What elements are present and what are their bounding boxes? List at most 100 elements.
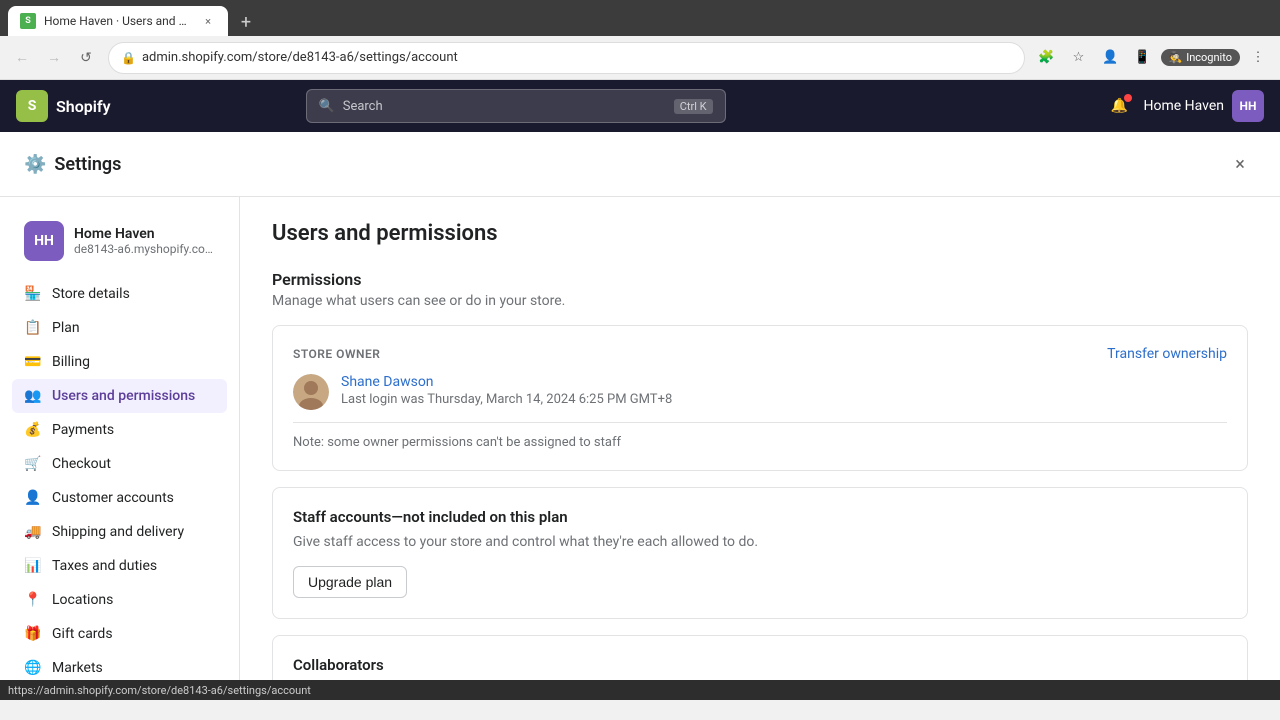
app-window: S Shopify 🔍 Search Ctrl K 🔔 Home Haven H… xyxy=(0,80,1280,680)
settings-overlay: ⚙️ Settings × HH Home H xyxy=(0,132,1280,680)
collaborators-title: Collaborators xyxy=(293,656,1227,674)
permissions-section-subtitle: Manage what users can see or do in your … xyxy=(272,293,1248,309)
lock-icon: 🔒 xyxy=(121,51,136,65)
sidebar-item-billing[interactable]: 💳 Billing xyxy=(12,345,227,379)
store-info: HH Home Haven de8143-a6.myshopify.com xyxy=(12,213,227,269)
sidebar-item-taxes-duties[interactable]: 📊 Taxes and duties xyxy=(12,549,227,583)
permissions-section-title: Permissions xyxy=(272,270,1248,289)
settings-content: Users and permissions Permissions Manage… xyxy=(240,197,1280,680)
owner-name[interactable]: Shane Dawson xyxy=(341,374,672,390)
header-search[interactable]: 🔍 Search Ctrl K xyxy=(306,89,726,123)
tab-favicon: S xyxy=(20,13,36,29)
owner-avatar xyxy=(293,374,329,410)
statusbar: https://admin.shopify.com/store/de8143-a… xyxy=(0,680,1280,700)
permissions-section: Permissions Manage what users can see or… xyxy=(272,270,1248,309)
search-icon: 🔍 xyxy=(319,99,335,114)
sidebar-item-checkout[interactable]: 🛒 Checkout xyxy=(12,447,227,481)
notification-badge xyxy=(1124,94,1132,102)
sidebar-label-store-details: Store details xyxy=(52,286,130,302)
sidebar-item-store-details[interactable]: 🏪 Store details xyxy=(12,277,227,311)
browser-window: S Home Haven · Users and permi × + ← → ↺… xyxy=(0,0,1280,700)
tab-close-button[interactable]: × xyxy=(200,13,216,29)
markets-icon: 🌐 xyxy=(24,659,42,677)
sidebar-item-markets[interactable]: 🌐 Markets xyxy=(12,651,227,680)
menu-button[interactable]: ⋮ xyxy=(1244,44,1272,72)
sidebar-item-locations[interactable]: 📍 Locations xyxy=(12,583,227,617)
checkout-icon: 🛒 xyxy=(24,455,42,473)
sidebar-label-shipping-delivery: Shipping and delivery xyxy=(52,524,184,540)
settings-gear-icon: ⚙️ xyxy=(24,154,46,175)
sidebar-item-shipping-delivery[interactable]: 🚚 Shipping and delivery xyxy=(12,515,227,549)
locations-icon: 📍 xyxy=(24,591,42,609)
store-initials: HH xyxy=(1240,99,1257,113)
app-header: S Shopify 🔍 Search Ctrl K 🔔 Home Haven H… xyxy=(0,80,1280,132)
settings-sidebar: HH Home Haven de8143-a6.myshopify.com 🏪 … xyxy=(0,197,240,680)
store-info-text: Home Haven de8143-a6.myshopify.com xyxy=(74,226,215,256)
tab-title: Home Haven · Users and permi xyxy=(44,14,192,28)
sidebar-label-customer-accounts: Customer accounts xyxy=(52,490,174,506)
sidebar-label-payments: Payments xyxy=(52,422,114,438)
sidebar-label-locations: Locations xyxy=(52,592,113,608)
store-info-name: Home Haven xyxy=(74,226,215,242)
sidebar-item-users-permissions[interactable]: 👥 Users and permissions xyxy=(12,379,227,413)
incognito-badge: 🕵 Incognito xyxy=(1161,49,1241,66)
sidebar-label-taxes-duties: Taxes and duties xyxy=(52,558,157,574)
sidebar-item-customer-accounts[interactable]: 👤 Customer accounts xyxy=(12,481,227,515)
back-button[interactable]: ← xyxy=(8,44,36,72)
logo-initial: S xyxy=(28,98,37,114)
reload-button[interactable]: ↺ xyxy=(72,44,100,72)
payments-icon: 💰 xyxy=(24,421,42,439)
store-info-domain: de8143-a6.myshopify.com xyxy=(74,242,215,256)
staff-accounts-title: Staff accounts—not included on this plan xyxy=(293,508,1227,526)
store-details-icon: 🏪 xyxy=(24,285,42,303)
staff-accounts-description: Give staff access to your store and cont… xyxy=(293,534,1227,550)
staff-accounts-card: Staff accounts—not included on this plan… xyxy=(272,487,1248,619)
tablet-button[interactable]: 📱 xyxy=(1129,44,1157,72)
sidebar-label-plan: Plan xyxy=(52,320,80,336)
taxes-icon: 📊 xyxy=(24,557,42,575)
owner-row: Shane Dawson Last login was Thursday, Ma… xyxy=(293,374,1227,410)
extensions-button[interactable]: 🧩 xyxy=(1033,44,1061,72)
gift-cards-icon: 🎁 xyxy=(24,625,42,643)
forward-button[interactable]: → xyxy=(40,44,68,72)
bookmark-button[interactable]: ☆ xyxy=(1065,44,1093,72)
collaborators-card: Collaborators Give external designers, d… xyxy=(272,635,1248,680)
incognito-label: Incognito xyxy=(1186,51,1232,64)
users-icon: 👥 xyxy=(24,387,42,405)
settings-close-button[interactable]: × xyxy=(1224,148,1256,180)
page-title: Users and permissions xyxy=(272,221,1248,246)
header-right: 🔔 Home Haven HH xyxy=(1104,90,1265,122)
tab-bar: S Home Haven · Users and permi × + xyxy=(0,0,1280,36)
statusbar-url: https://admin.shopify.com/store/de8143-a… xyxy=(8,684,311,697)
shopify-logo: S Shopify xyxy=(16,90,111,122)
transfer-ownership-link[interactable]: Transfer ownership xyxy=(1107,346,1227,362)
store-avatar: HH xyxy=(1232,90,1264,122)
sidebar-label-users-permissions: Users and permissions xyxy=(52,388,195,404)
sidebar-item-plan[interactable]: 📋 Plan xyxy=(12,311,227,345)
store-info-initials: HH xyxy=(34,233,54,249)
shopify-logo-icon: S xyxy=(16,90,48,122)
sidebar-label-markets: Markets xyxy=(52,660,103,676)
billing-icon: 💳 xyxy=(24,353,42,371)
settings-body: HH Home Haven de8143-a6.myshopify.com 🏪 … xyxy=(0,197,1280,680)
search-shortcut: Ctrl K xyxy=(674,99,713,114)
search-placeholder-text: Search xyxy=(343,99,383,114)
owner-note: Note: some owner permissions can't be as… xyxy=(293,422,1227,450)
settings-header: ⚙️ Settings × xyxy=(0,132,1280,197)
profile-button[interactable]: 👤 xyxy=(1097,44,1125,72)
owner-info: Shane Dawson Last login was Thursday, Ma… xyxy=(341,374,672,407)
notification-button[interactable]: 🔔 xyxy=(1104,90,1136,122)
settings-title-bar: ⚙️ Settings xyxy=(24,154,121,175)
sidebar-item-gift-cards[interactable]: 🎁 Gift cards xyxy=(12,617,227,651)
sidebar-item-payments[interactable]: 💰 Payments xyxy=(12,413,227,447)
shipping-icon: 🚚 xyxy=(24,523,42,541)
address-bar[interactable]: 🔒 admin.shopify.com/store/de8143-a6/sett… xyxy=(108,42,1025,74)
store-owner-label: Store owner xyxy=(293,347,380,361)
upgrade-plan-button[interactable]: Upgrade plan xyxy=(293,566,407,598)
sidebar-label-gift-cards: Gift cards xyxy=(52,626,113,642)
active-tab[interactable]: S Home Haven · Users and permi × xyxy=(8,6,228,36)
browser-toolbar: ← → ↺ 🔒 admin.shopify.com/store/de8143-a… xyxy=(0,36,1280,80)
store-owner-card-header: Store owner Transfer ownership xyxy=(293,346,1227,362)
store-badge[interactable]: Home Haven HH xyxy=(1144,90,1265,122)
new-tab-button[interactable]: + xyxy=(232,8,260,36)
